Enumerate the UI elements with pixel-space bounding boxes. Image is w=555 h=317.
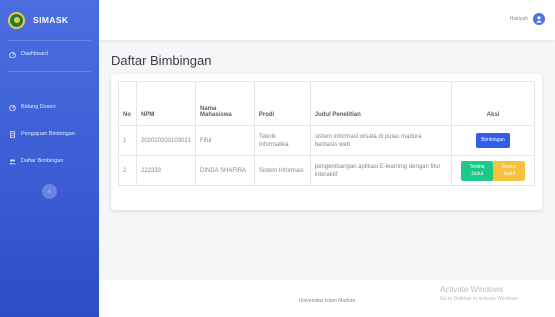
document-icon: [9, 130, 16, 138]
button-label-line: Revisi: [502, 163, 516, 170]
university-logo: [8, 11, 25, 29]
dashboard-icon: [9, 51, 16, 58]
sidebar-item-label: Daftar Bimbingan: [21, 158, 64, 164]
cell-judul-line: berbasis web: [314, 141, 351, 148]
terima-judul-button[interactable]: Terima Judul: [461, 160, 494, 181]
column-header-nama-line: Mahasiswa: [200, 112, 232, 118]
sidebar-toggle-button[interactable]: ‹: [42, 184, 57, 199]
chevron-left-icon: ‹: [48, 188, 51, 195]
cell-prodi: Sistem Informasi: [253, 155, 311, 186]
user-menu[interactable]: Hairiyah: [510, 13, 545, 25]
column-header-no: No: [118, 81, 137, 126]
table-row: 1 202020203103021 Fiful Teknik Informati…: [118, 125, 535, 156]
cell-nama: Fiful: [195, 125, 255, 156]
cell-no: 1: [118, 125, 137, 156]
sidebar-item-dashboard[interactable]: Dashboard: [0, 43, 99, 65]
column-header-prodi: Prodi: [253, 81, 311, 126]
revisi-judul-button[interactable]: Revisi Judul: [493, 160, 526, 181]
cell-nama: DINDA SHAFIRA: [195, 155, 255, 186]
brand[interactable]: SIMASK: [0, 0, 99, 40]
cell-prodi-line: Informatika: [258, 141, 289, 148]
cell-judul-line: sistem informasi wisata di pulau madura: [314, 133, 422, 140]
column-header-nama: Nama Mahasiswa: [195, 81, 255, 126]
cell-npm: 202020203103021: [135, 125, 197, 156]
page-title: Daftar Bimbingan: [111, 53, 212, 68]
sidebar-divider: [8, 40, 91, 41]
bimbingan-table-card: No NPM Nama Mahasiswa Prodi Judul Peneli…: [111, 74, 542, 210]
button-label-line: Judul: [471, 170, 483, 177]
sidebar-item-label: Bidang Dosen: [21, 104, 56, 110]
sidebar-item-daftar-bimbingan[interactable]: Daftar Bimbingan: [0, 150, 99, 172]
sidebar-item-label: Dashboard: [21, 51, 48, 57]
watermark-subtitle: Go to Settings to activate Windows.: [440, 296, 519, 302]
sidebar: SIMASK Dashboard Bidang Dosen Pengajuan …: [0, 0, 99, 317]
sidebar-divider: [8, 71, 91, 72]
sidebar-item-pengajuan-bimbingan[interactable]: Pengajuan Bimbingan: [0, 123, 99, 145]
topbar: Hairiyah: [99, 0, 555, 40]
cell-no: 2: [118, 155, 137, 186]
cell-judul: sistem informasi wisata di pulau madura …: [309, 125, 453, 156]
table-header-row: No NPM Nama Mahasiswa Prodi Judul Peneli…: [118, 81, 535, 126]
users-icon: [9, 158, 16, 165]
cell-prodi-line: Teknik: [258, 133, 276, 140]
watermark-title: Activate Windows: [440, 285, 504, 294]
windows-activation-watermark: Activate Windows Go to Settings to activ…: [440, 285, 519, 302]
sidebar-item-label: Pengajuan Bimbingan: [21, 131, 75, 137]
cell-aksi: Bimbingan: [451, 125, 535, 156]
cell-judul-line: interaktif: [314, 171, 338, 178]
button-label-line: Judul: [503, 170, 515, 177]
sidebar-item-bidang-dosen[interactable]: Bidang Dosen: [0, 96, 99, 118]
column-header-aksi: Aksi: [451, 81, 535, 126]
dashboard-icon: [9, 104, 16, 111]
column-header-npm: NPM: [135, 81, 197, 126]
cell-aksi: Terima Judul Revisi Judul: [451, 155, 535, 186]
column-header-judul: Judul Penelitian: [309, 81, 453, 126]
bimbingan-table: No NPM Nama Mahasiswa Prodi Judul Peneli…: [118, 81, 535, 186]
cell-npm: 222333: [135, 155, 197, 186]
user-avatar-icon[interactable]: [533, 13, 545, 25]
cell-judul: pengembangan aplikasi E-learning dengan …: [309, 155, 453, 186]
brand-name: SIMASK: [33, 15, 69, 25]
button-label-line: Terima: [469, 163, 485, 170]
cell-judul-line: pengembangan aplikasi E-learning dengan …: [314, 163, 441, 170]
user-name: Hairiyah: [509, 16, 528, 22]
table-row: 2 222333 DINDA SHAFIRA Sistem Informasi …: [118, 155, 535, 186]
cell-prodi: Teknik Informatika: [253, 125, 311, 156]
action-button-group: Terima Judul Revisi Judul: [461, 160, 526, 181]
bimbingan-button[interactable]: Bimbingan: [476, 133, 510, 148]
